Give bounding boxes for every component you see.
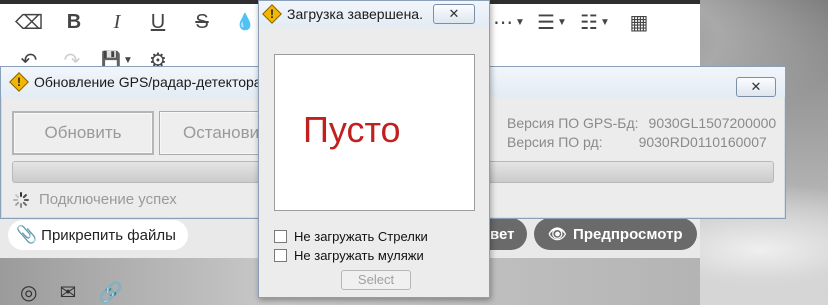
close-icon: ✕	[750, 79, 762, 94]
result-panel: Пусто	[274, 54, 475, 211]
update-button-label: Обновить	[44, 123, 122, 142]
connection-status: Подключение успех	[13, 191, 177, 208]
attach-files-button[interactable]: 📎 Прикрепить файлы	[8, 220, 188, 250]
bold-icon[interactable]: B	[57, 7, 91, 37]
gps-db-version: Версия ПО GPS-Бд: 9030GL1507200000	[507, 115, 776, 131]
skip-dummies-checkbox[interactable]	[274, 249, 287, 262]
select-button-label: Select	[357, 272, 395, 287]
eye-icon: 👁	[548, 226, 568, 243]
skip-arrows-option[interactable]: Не загружать Стрелки	[274, 229, 428, 244]
gps-db-version-value: 9030GL1507200000	[648, 115, 777, 131]
skip-dummies-label: Не загружать муляжи	[294, 248, 424, 263]
gps-window-title: Обновление GPS/радар-детектора	[34, 74, 262, 90]
whatsapp-icon[interactable]: ◎	[20, 280, 37, 305]
download-complete-dialog: ! Загрузка завершена. ✕ Пусто Не загружа…	[258, 0, 490, 298]
strikethrough-icon[interactable]: S	[185, 7, 219, 37]
update-button[interactable]: Обновить	[12, 111, 154, 155]
attach-files-label: Прикрепить файлы	[41, 226, 176, 244]
mail-icon[interactable]: ✉	[59, 280, 76, 305]
align-icon[interactable]: ☰ ▼	[535, 7, 569, 37]
skip-arrows-label: Не загружать Стрелки	[294, 229, 428, 244]
download-dialog-close-button[interactable]: ✕	[433, 4, 475, 24]
rd-version: Версия ПО рд: 9030RD0110160007	[507, 134, 767, 150]
rd-version-label: Версия ПО рд:	[507, 134, 603, 150]
link-icon[interactable]: 🔗	[98, 280, 123, 305]
paperclip-icon: 📎	[16, 225, 38, 244]
skip-dummies-option[interactable]: Не загружать муляжи	[274, 248, 424, 263]
skip-arrows-checkbox[interactable]	[274, 230, 287, 243]
warning-app-icon: !	[262, 4, 282, 24]
eraser-icon[interactable]: ⌫	[12, 7, 46, 37]
italic-icon[interactable]: I	[100, 7, 134, 37]
preview-button-label: Предпросмотр	[573, 225, 683, 243]
preview-button[interactable]: 👁 Предпросмотр	[534, 218, 697, 250]
download-dialog-title: Загрузка завершена.	[287, 6, 423, 22]
share-icons: ◎ ✉ 🔗	[20, 280, 145, 305]
gps-window-close-button[interactable]: ✕	[736, 77, 776, 97]
table-icon[interactable]: ▦	[622, 7, 656, 37]
reply-button-label: вет	[490, 225, 515, 243]
text-color-drop-icon[interactable]: 💧	[228, 7, 262, 37]
loading-spinner-icon	[13, 191, 29, 208]
underline-icon[interactable]: U	[141, 7, 175, 37]
close-icon: ✕	[448, 6, 460, 21]
warning-app-icon: !	[9, 72, 29, 92]
more-icon[interactable]: ⋯ ▼	[492, 7, 526, 37]
gps-db-version-label: Версия ПО GPS-Бд:	[507, 115, 639, 131]
select-button[interactable]: Select	[341, 270, 411, 290]
list-icon[interactable]: ☷ ▼	[578, 7, 612, 37]
connection-status-text: Подключение успех	[39, 191, 177, 208]
empty-result-text: Пусто	[303, 109, 401, 150]
rd-version-value: 9030RD0110160007	[638, 134, 767, 150]
